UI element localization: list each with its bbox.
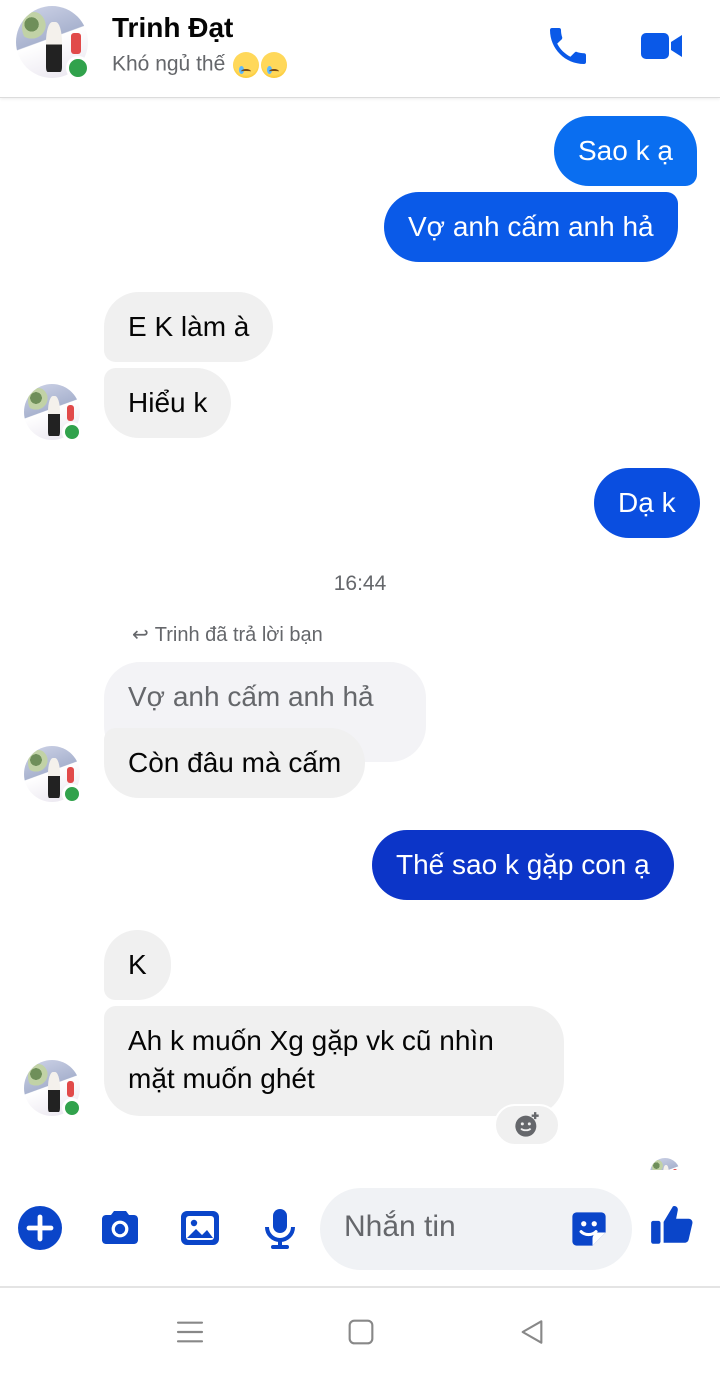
message-timestamp: 16:44 [333, 572, 387, 595]
status-text: Khó ngủ thế [112, 52, 226, 76]
crying-face-emoji-icon [261, 52, 288, 78]
back-triangle-icon[interactable] [516, 1316, 548, 1348]
outgoing-message[interactable]: Sao k ạ [554, 116, 697, 186]
outgoing-message[interactable]: Vợ anh cấm anh hả [384, 192, 678, 262]
online-status-dot [66, 56, 90, 80]
plus-circle-icon[interactable] [16, 1204, 64, 1252]
crying-face-emoji-icon [233, 52, 260, 78]
message-input-placeholder: Nhắn tin [344, 1210, 456, 1243]
incoming-message[interactable]: Còn đâu mà cấm [104, 728, 366, 798]
incoming-message[interactable]: E K làm à [104, 292, 274, 362]
chat-header: Trinh Đạt Khó ngủ thế [0, 0, 720, 98]
reply-note-text: Trinh đã trả lời bạn [154, 624, 323, 646]
incoming-message[interactable]: Hiểu k [104, 368, 232, 438]
online-status-dot [62, 1098, 82, 1118]
contact-name[interactable]: Trinh Đạt [112, 12, 233, 44]
contact-status: Khó ngủ thế [112, 52, 288, 78]
camera-icon[interactable] [96, 1204, 144, 1252]
reply-indicator: ↩ Trinh đã trả lời bạn [132, 622, 323, 647]
video-camera-icon[interactable] [638, 22, 686, 70]
chat-screen: Trinh Đạt Khó ngủ thế Sao k ạ Vợ anh cấm… [0, 0, 720, 1376]
incoming-message[interactable]: Ah k muốn Xg gặp vk cũ nhìn mặt muốn ghé… [104, 1006, 564, 1116]
message-input[interactable]: Nhắn tin [320, 1188, 632, 1270]
microphone-icon[interactable] [256, 1204, 304, 1252]
online-status-dot [62, 784, 82, 804]
outgoing-message[interactable]: Dạ k [594, 468, 700, 538]
message-line: mặt muốn ghét [128, 1063, 315, 1094]
thumbs-up-icon[interactable] [648, 1200, 698, 1250]
online-status-dot [62, 422, 82, 442]
phone-icon[interactable] [544, 22, 592, 70]
image-icon[interactable] [176, 1204, 224, 1252]
smiley-add-icon [515, 1112, 539, 1137]
outgoing-message[interactable]: Thế sao k gặp con ạ [372, 830, 674, 900]
reply-arrow-icon: ↩ [132, 624, 149, 646]
message-line: Ah k muốn Xg gặp vk cũ nhìn [128, 1025, 494, 1056]
sticker-icon[interactable] [568, 1208, 610, 1250]
incoming-message[interactable]: K [104, 930, 171, 1000]
add-reaction-button[interactable] [494, 1104, 560, 1146]
menu-icon[interactable] [174, 1316, 206, 1348]
home-square-icon[interactable] [345, 1316, 377, 1348]
